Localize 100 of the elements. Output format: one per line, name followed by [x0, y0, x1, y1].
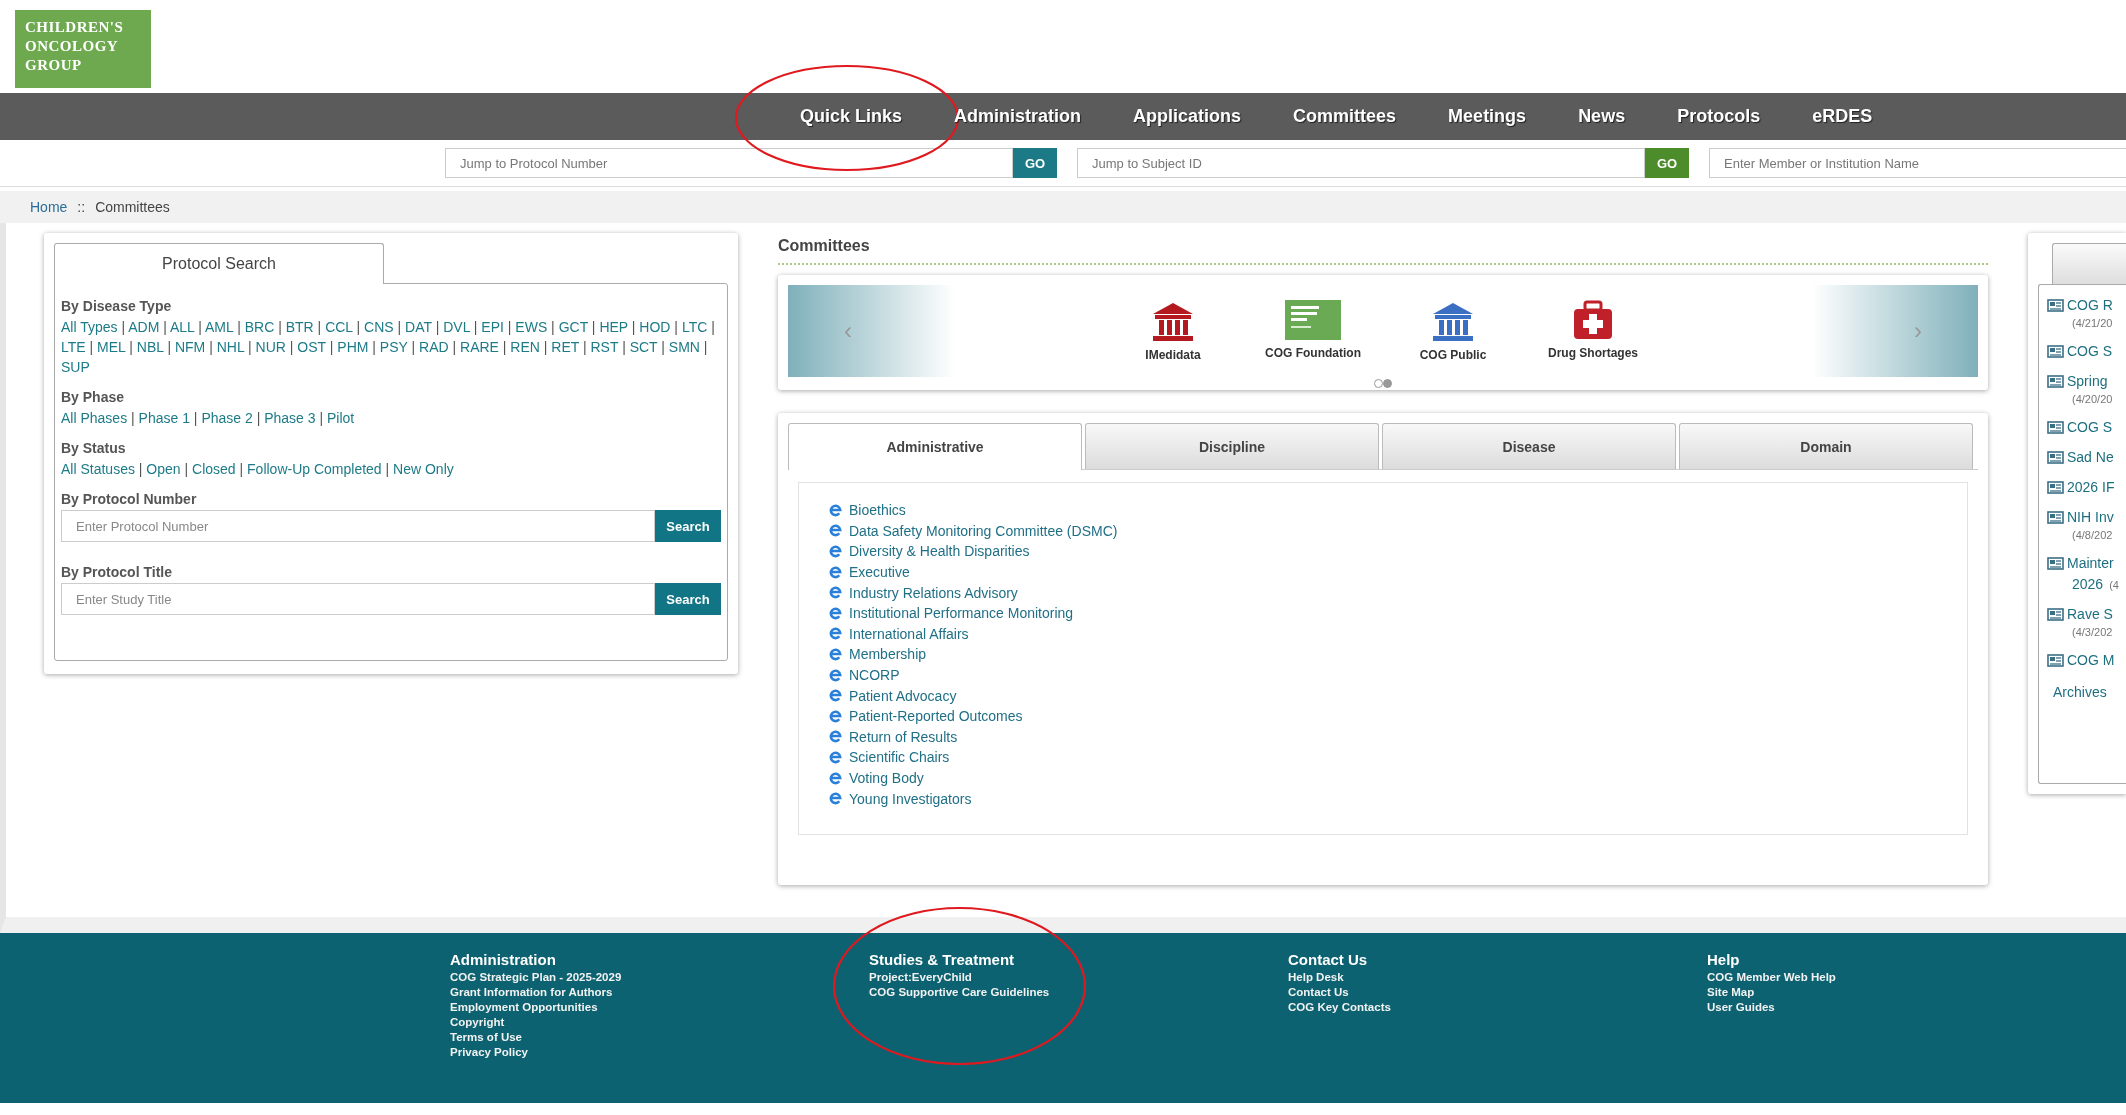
footer-link[interactable]: Contact Us — [1288, 985, 1349, 1000]
committee-link[interactable]: Membership — [849, 646, 927, 663]
committee-link[interactable]: Executive — [849, 564, 910, 581]
carousel-dot[interactable] — [1374, 379, 1383, 388]
search-button[interactable]: Search — [655, 583, 721, 615]
filter-link[interactable]: LTE — [61, 339, 86, 355]
filter-link[interactable]: AML — [205, 319, 234, 335]
carousel-item[interactable]: COG Public — [1398, 300, 1508, 362]
filter-link[interactable]: ADM — [128, 319, 160, 335]
committee-link[interactable]: Patient-Reported Outcomes — [849, 708, 1023, 725]
news-headline[interactable]: 2026 IF — [2067, 479, 2115, 495]
nav-link[interactable]: eRDES — [1812, 106, 1873, 126]
footer-link[interactable]: Privacy Policy — [450, 1045, 528, 1060]
footer-link[interactable]: COG Supportive Care Guidelines — [869, 985, 1050, 1000]
news-headline[interactable]: COG S — [2067, 419, 2113, 435]
filter-link[interactable]: SCT — [629, 339, 658, 355]
committee-link[interactable]: International Affairs — [849, 625, 969, 642]
search-button[interactable]: Search — [655, 510, 721, 542]
footer-link[interactable]: COG Member Web Help — [1707, 970, 1836, 985]
footer-link[interactable]: Grant Information for Authors — [450, 985, 613, 1000]
tab[interactable]: Discipline — [1085, 423, 1379, 469]
filter-link[interactable]: RET — [551, 339, 580, 355]
footer-link[interactable]: Help Desk — [1288, 970, 1344, 985]
filter-link[interactable]: MEL — [97, 339, 126, 355]
nav-link[interactable]: Applications — [1133, 106, 1242, 126]
committee-link[interactable]: Scientific Chairs — [849, 749, 950, 766]
search-field[interactable]: Jump to Subject ID — [1077, 148, 1645, 178]
footer-link[interactable]: User Guides — [1707, 1000, 1775, 1015]
filter-link[interactable]: EPI — [481, 319, 504, 335]
committee-link[interactable]: Data Safety Monitoring Committee (DSMC) — [849, 522, 1118, 539]
filter-link[interactable]: Open — [146, 461, 181, 477]
footer-link[interactable]: Copyright — [450, 1015, 505, 1030]
filter-link[interactable]: PSY — [379, 339, 408, 355]
carousel-dot[interactable] — [1383, 379, 1392, 388]
carousel-item[interactable]: COG Foundation — [1258, 300, 1368, 362]
filter-link[interactable]: EWS — [515, 319, 548, 335]
filter-link[interactable]: RARE — [460, 339, 499, 355]
committee-link[interactable]: Patient Advocacy — [849, 687, 957, 704]
filter-link[interactable]: CNS — [364, 319, 394, 335]
filter-link[interactable]: NUR — [255, 339, 286, 355]
news-headline[interactable]: NIH Inv — [2067, 509, 2114, 525]
footer-link[interactable]: COG Key Contacts — [1288, 1000, 1391, 1015]
filter-link[interactable]: All Statuses — [61, 461, 135, 477]
filter-link[interactable]: LTC — [681, 319, 708, 335]
filter-link[interactable]: NBL — [136, 339, 164, 355]
search-field[interactable]: Enter Study Title — [61, 583, 655, 615]
search-field[interactable]: Enter Protocol Number — [61, 510, 655, 542]
breadcrumb-link[interactable]: Home — [30, 199, 68, 215]
filter-link[interactable]: RST — [590, 339, 619, 355]
filter-link[interactable]: ALL — [170, 319, 195, 335]
go-button[interactable]: GO — [1013, 148, 1057, 178]
filter-link[interactable]: BTR — [285, 319, 314, 335]
tab[interactable]: Administrative — [788, 423, 1082, 470]
filter-link[interactable]: Phase 2 — [201, 410, 253, 426]
filter-link[interactable]: REN — [510, 339, 540, 355]
nav-link[interactable]: Protocols — [1677, 106, 1761, 126]
filter-link[interactable]: DAT — [405, 319, 432, 335]
filter-link[interactable]: Phase 3 — [264, 410, 316, 426]
filter-link[interactable]: RAD — [419, 339, 449, 355]
news-headline[interactable]: Spring — [2067, 373, 2108, 389]
filter-link[interactable]: DVL — [443, 319, 470, 335]
tab[interactable]: Disease — [1382, 423, 1676, 469]
archives-link[interactable]: Archives — [2053, 684, 2107, 700]
filter-link[interactable]: SUP — [61, 359, 90, 375]
panel-tab[interactable] — [2052, 243, 2126, 284]
filter-link[interactable]: BRC — [244, 319, 275, 335]
committee-link[interactable]: Industry Relations Advisory — [849, 584, 1018, 601]
filter-link[interactable]: HOD — [639, 319, 671, 335]
tab[interactable]: Domain — [1679, 423, 1973, 469]
filter-link[interactable]: HEP — [599, 319, 628, 335]
search-field[interactable]: Enter Member or Institution Name — [1709, 148, 2126, 178]
filter-link[interactable]: Closed — [192, 461, 236, 477]
news-headline[interactable]: 2026 — [2072, 576, 2104, 592]
footer-link[interactable]: Employment Opportunities — [450, 1000, 598, 1015]
go-button[interactable]: GO — [1645, 148, 1689, 178]
nav-link[interactable]: Quick Links — [800, 106, 903, 126]
committee-link[interactable]: Young Investigators — [849, 790, 972, 807]
news-headline[interactable]: Rave S — [2067, 606, 2113, 622]
filter-link[interactable]: NHL — [216, 339, 245, 355]
filter-link[interactable]: OST — [297, 339, 326, 355]
nav-link[interactable]: Meetings — [1448, 106, 1527, 126]
nav-link[interactable]: Committees — [1293, 106, 1397, 126]
filter-link[interactable]: Follow-Up Completed — [247, 461, 382, 477]
filter-link[interactable]: Phase 1 — [138, 410, 190, 426]
footer-link[interactable]: Terms of Use — [450, 1030, 522, 1045]
news-headline[interactable]: COG S — [2067, 343, 2113, 359]
carousel-item[interactable]: Drug Shortages — [1538, 300, 1648, 362]
news-headline[interactable]: COG R — [2067, 297, 2113, 313]
filter-link[interactable]: New Only — [393, 461, 454, 477]
search-field[interactable]: Jump to Protocol Number — [445, 148, 1013, 178]
committee-link[interactable]: Return of Results — [849, 728, 958, 745]
nav-link[interactable]: News — [1578, 106, 1626, 126]
news-headline[interactable]: COG M — [2067, 652, 2115, 668]
footer-link[interactable]: COG Strategic Plan - 2025-2029 — [450, 970, 622, 985]
panel-tab[interactable]: Protocol Search — [54, 243, 384, 284]
committee-link[interactable]: Voting Body — [849, 770, 924, 786]
filter-link[interactable]: Pilot — [326, 410, 355, 426]
filter-link[interactable]: CCL — [325, 319, 353, 335]
filter-link[interactable]: NFM — [174, 339, 206, 355]
filter-link[interactable]: SMN — [668, 339, 700, 355]
